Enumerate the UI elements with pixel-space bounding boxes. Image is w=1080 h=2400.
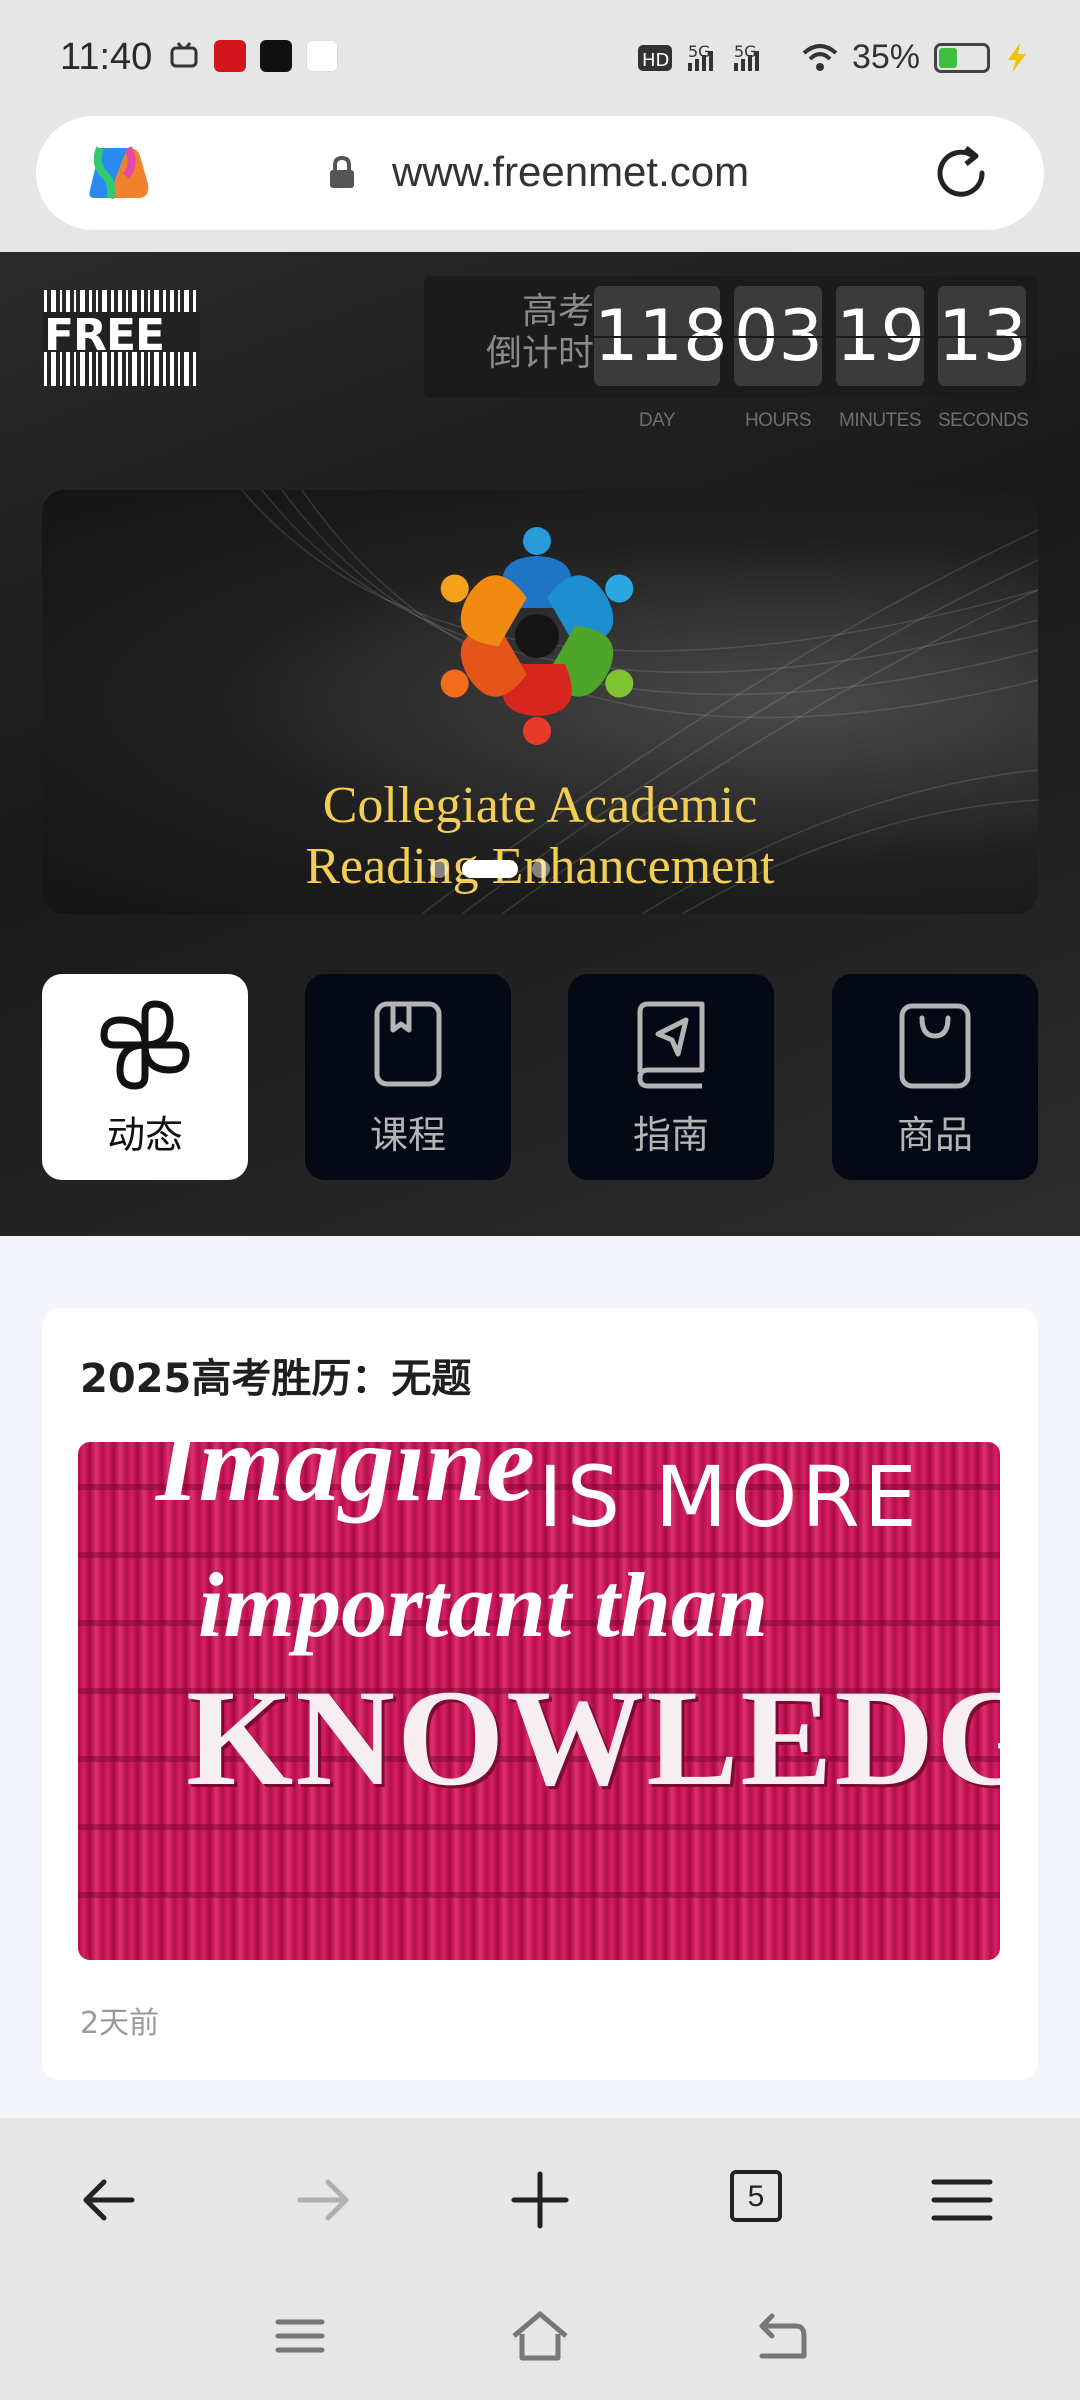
svg-text:5G: 5G <box>734 42 757 61</box>
signal-icon: HD 5G 5G <box>637 42 759 71</box>
nav-tile-products[interactable]: 商品 <box>832 974 1038 1180</box>
app-notification-red-icon <box>214 40 246 72</box>
exam-countdown: 高考 倒计时 118 03 19 13 <box>424 276 1038 398</box>
site-header: FREE 高考 倒计时 118 03 19 13 DAY HOURS MINUT… <box>0 252 1080 1236</box>
copilot-logo-icon <box>89 146 149 200</box>
nav-label: 动态 <box>106 1113 183 1157</box>
svg-text:FREE: FREE <box>44 310 164 361</box>
image-text-important-than: important than <box>198 1554 769 1656</box>
post-image[interactable]: Imagine IS MORE important than KNOWLEDGE <box>78 1442 1000 1960</box>
bilibili-icon <box>170 42 198 68</box>
feed: 2025高考胜历：无题 Imagine IS MORE important th… <box>0 1236 1080 2118</box>
nav-label: 指南 <box>632 1113 709 1157</box>
status-time: 11:40 <box>60 36 153 78</box>
lock-icon <box>330 156 354 188</box>
system-navigation <box>0 2276 1080 2400</box>
address-bar[interactable]: www.freenmet.com <box>36 116 1044 230</box>
post-card[interactable]: 2025高考胜历：无题 Imagine IS MORE important th… <box>42 1308 1038 2080</box>
free-logo[interactable]: FREE <box>42 290 200 386</box>
app-notification-white-icon <box>306 40 338 72</box>
system-back-icon[interactable] <box>748 2306 812 2366</box>
menu-icon[interactable] <box>926 2164 998 2236</box>
shopping-bag-icon <box>899 1003 971 1089</box>
carousel-dot[interactable] <box>532 860 550 878</box>
unit-day: DAY <box>638 410 676 431</box>
reload-icon[interactable] <box>932 144 990 202</box>
unit-minutes: MINUTES <box>839 410 922 431</box>
countdown-hours: 03 <box>734 286 823 386</box>
carousel-dot[interactable] <box>430 860 448 878</box>
guide-book-icon <box>637 1001 705 1089</box>
status-right: HD 5G 5G 35% <box>637 38 1030 77</box>
carousel-dot-active[interactable] <box>462 860 518 878</box>
wifi-icon <box>802 43 838 71</box>
unit-seconds: SECONDS <box>938 410 1029 431</box>
countdown-label: 高考 倒计时 <box>485 290 594 373</box>
home-icon[interactable] <box>508 2306 572 2366</box>
nav-label: 商品 <box>896 1113 973 1157</box>
post-time: 2天前 <box>80 2006 160 2041</box>
svg-text:HD: HD <box>642 50 669 71</box>
battery-percent: 35% <box>851 38 920 76</box>
countdown-minutes: 19 <box>836 286 925 386</box>
notification-icons <box>168 40 338 72</box>
browser-toolbar: 5 <box>0 2118 1080 2276</box>
image-text-is-more: IS MORE <box>538 1448 921 1546</box>
forward-icon[interactable] <box>288 2164 360 2236</box>
recent-apps-icon[interactable] <box>268 2306 332 2366</box>
countdown-seconds: 13 <box>938 286 1027 386</box>
category-nav: 动态 课程 指南 商品 <box>42 974 1038 1180</box>
nav-tile-courses[interactable]: 课程 <box>305 974 511 1180</box>
status-bar: 11:40 HD 5G 5G 35% <box>0 0 1080 110</box>
nav-tile-guide[interactable]: 指南 <box>568 974 774 1180</box>
svg-text:5G: 5G <box>688 42 711 61</box>
tiktok-icon <box>260 40 292 72</box>
battery-icon <box>934 42 990 73</box>
unit-hours: HOURS <box>744 410 812 431</box>
charging-icon <box>1008 42 1026 73</box>
banner-carousel[interactable]: Collegiate Academic Reading Enhancement <box>42 490 1038 914</box>
post-title[interactable]: 2025高考胜历：无题 <box>80 1346 471 1404</box>
image-text-knowledge: KNOWLEDGE <box>186 1661 1000 1814</box>
nav-tile-dynamics[interactable]: 动态 <box>42 974 248 1180</box>
image-text-imagine: Imagine <box>156 1442 535 1524</box>
url-text[interactable]: www.freenmet.com <box>392 148 749 196</box>
countdown-days: 118 <box>594 286 728 386</box>
carousel-indicator <box>430 860 550 878</box>
new-tab-icon[interactable] <box>504 2164 576 2236</box>
book-icon <box>374 1001 442 1087</box>
nav-label: 课程 <box>369 1113 446 1157</box>
tab-count: 5 <box>730 2170 782 2222</box>
reading-people-emblem <box>440 527 634 745</box>
back-icon[interactable] <box>72 2164 144 2236</box>
banner-title-line1: Collegiate Academic <box>322 777 758 834</box>
tabs-button[interactable]: 5 <box>730 2170 802 2242</box>
pinwheel-icon <box>100 1000 190 1090</box>
